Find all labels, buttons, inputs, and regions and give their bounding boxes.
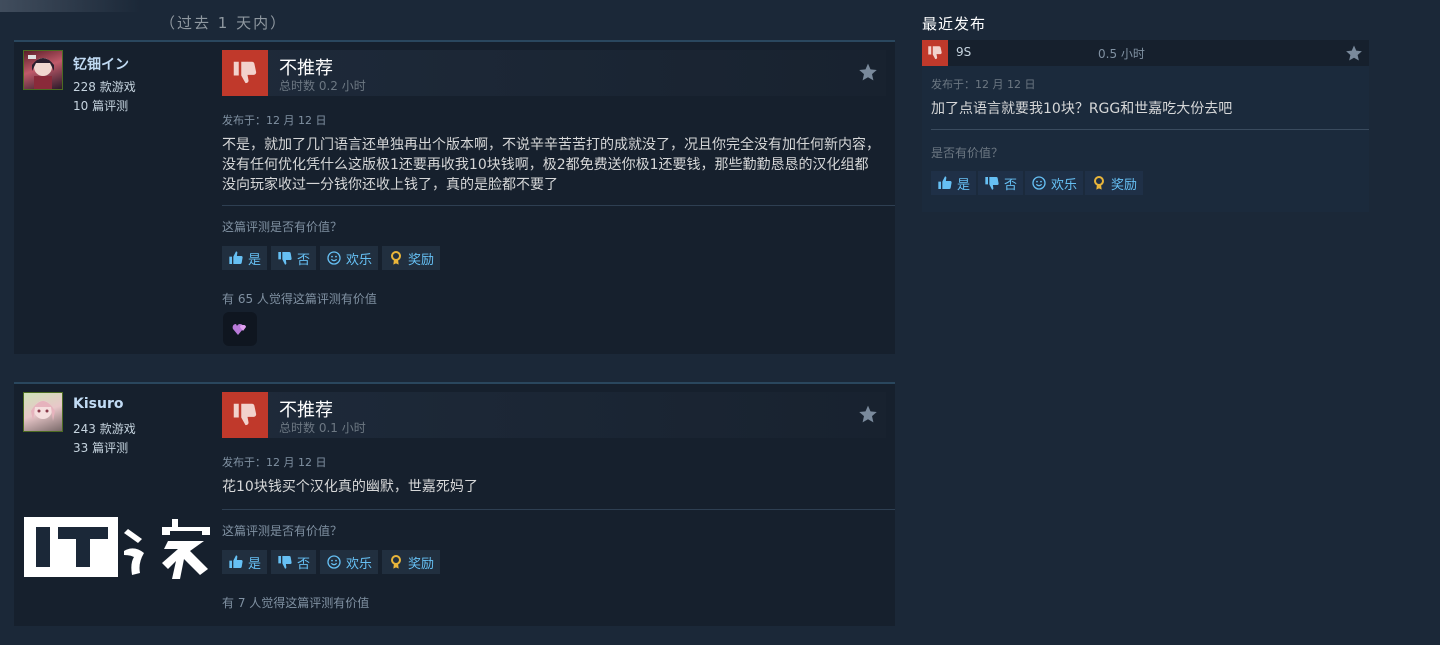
author-name[interactable]: Kisuro: [73, 396, 123, 412]
vote-yes-label: 是: [248, 252, 262, 268]
period-label: （过去 1 天内）: [160, 14, 288, 32]
author-games-count[interactable]: 228 款游戏: [73, 78, 136, 95]
vote-header[interactable]: 不推荐 总时数 0.2 小时: [222, 50, 886, 96]
vote-no-label: 否: [297, 556, 311, 572]
award-reaction[interactable]: [223, 312, 257, 346]
helpful-question: 这篇评测是否有价值？: [222, 524, 343, 538]
recent-posted-date: 发布于：12 月 12 日: [931, 78, 1036, 91]
vote-yes-button[interactable]: 是: [931, 171, 977, 195]
recent-author-name[interactable]: 9S: [956, 45, 971, 59]
smiley-icon: [327, 251, 341, 265]
vote-yes-label: 是: [248, 556, 262, 572]
thumbs-down-icon: [278, 252, 292, 265]
author-reviews-count[interactable]: 33 篇评测: [73, 439, 128, 456]
avatar-image-icon: [28, 55, 54, 89]
vote-funny-button[interactable]: 欢乐: [320, 246, 379, 270]
vote-funny-button[interactable]: 欢乐: [1025, 171, 1084, 195]
divider: [931, 129, 1369, 130]
recent-vote-button-row: 是 否 欢乐 奖励: [931, 171, 1144, 195]
star-icon[interactable]: [1345, 44, 1363, 66]
recent-heading: 最近发布: [922, 15, 987, 33]
vote-no-label: 否: [297, 252, 311, 268]
thumbs-up-icon: [229, 555, 243, 568]
award-label: 奖励: [408, 252, 435, 268]
vote-yes-button[interactable]: 是: [222, 246, 268, 270]
vote-funny-label: 欢乐: [346, 556, 373, 572]
review-hours: 总时数 0.2 小时: [279, 79, 366, 93]
vote-no-button[interactable]: 否: [271, 550, 317, 574]
divider: [222, 205, 895, 206]
thumbs-down-icon: [985, 177, 999, 190]
award-icon: [391, 555, 402, 569]
avatar-image-icon: [31, 401, 55, 421]
review-text: 不是，就加了几门语言还单独再出个版本啊，不说辛辛苦苦打的成就没了，况且你完全没有…: [222, 137, 880, 193]
author-games-count[interactable]: 243 款游戏: [73, 420, 136, 437]
vote-yes-button[interactable]: 是: [222, 550, 268, 574]
review-text: 花10块钱买个汉化真的幽默，世嘉死妈了: [222, 479, 478, 495]
award-button[interactable]: 奖励: [1085, 171, 1144, 195]
recent-helpful-question: 是否有价值？: [931, 146, 1004, 160]
vote-no-button[interactable]: 否: [271, 246, 317, 270]
avatar[interactable]: [23, 50, 63, 90]
helpful-count: 有 7 人觉得这篇评测有价值: [222, 596, 370, 610]
award-button[interactable]: 奖励: [382, 246, 441, 270]
vote-button-row: 是 否 欢乐 奖励: [222, 550, 441, 574]
vote-header[interactable]: 不推荐 总时数 0.1 小时: [222, 392, 886, 438]
author-name[interactable]: 钇钿イン: [73, 54, 129, 74]
helpful-count: 有 65 人觉得这篇评测有价值: [222, 292, 377, 306]
author-reviews-count[interactable]: 10 篇评测: [73, 97, 128, 114]
vote-funny-label: 欢乐: [1051, 177, 1078, 193]
smiley-icon: [327, 555, 341, 569]
watermark-logo: [24, 515, 214, 579]
recent-review-card: 9S 0.5 小时 发布于：12 月 12 日 加了点语言就要我10块？RGG和…: [922, 40, 1369, 212]
heart-reaction-icon: [232, 324, 246, 335]
thumbs-up-icon: [938, 176, 952, 189]
vote-button-row: 是 否 欢乐 奖励: [222, 246, 441, 270]
review-card: Kisuro 243 款游戏 33 篇评测 不推荐 总时数 0.1 小时 发布于…: [14, 382, 895, 626]
recent-vote-header[interactable]: 9S 0.5 小时: [922, 40, 1369, 66]
award-label: 奖励: [408, 556, 435, 572]
thumbs-down-icon: [222, 50, 268, 96]
award-icon: [1094, 176, 1105, 190]
thumbs-down-icon: [222, 392, 268, 438]
award-icon: [391, 251, 402, 265]
recent-hours: 0.5 小时: [1098, 47, 1145, 61]
avatar[interactable]: [23, 392, 63, 432]
thumbs-down-icon: [922, 40, 948, 66]
award-label: 奖励: [1111, 177, 1138, 193]
star-icon[interactable]: [858, 62, 878, 86]
smiley-icon: [1032, 176, 1046, 190]
review-card: 钇钿イン 228 款游戏 10 篇评测 不推荐 总时数 0.2 小时 发布于：1…: [14, 40, 895, 354]
star-icon[interactable]: [858, 404, 878, 428]
thumbs-down-icon: [278, 556, 292, 569]
helpful-question: 这篇评测是否有价值？: [222, 220, 343, 234]
divider: [222, 509, 895, 510]
vote-funny-label: 欢乐: [346, 252, 373, 268]
review-posted-date: 发布于：12 月 12 日: [222, 114, 327, 127]
review-hours: 总时数 0.1 小时: [279, 421, 366, 435]
vote-funny-button[interactable]: 欢乐: [320, 550, 379, 574]
award-button[interactable]: 奖励: [382, 550, 441, 574]
top-fade-strip: [0, 0, 140, 12]
thumbs-up-icon: [229, 251, 243, 264]
review-posted-date: 发布于：12 月 12 日: [222, 456, 327, 469]
vote-no-button[interactable]: 否: [978, 171, 1024, 195]
vote-no-label: 否: [1004, 177, 1018, 193]
recent-review-text: 加了点语言就要我10块？RGG和世嘉吃大份去吧: [931, 101, 1233, 117]
vote-yes-label: 是: [957, 177, 971, 193]
